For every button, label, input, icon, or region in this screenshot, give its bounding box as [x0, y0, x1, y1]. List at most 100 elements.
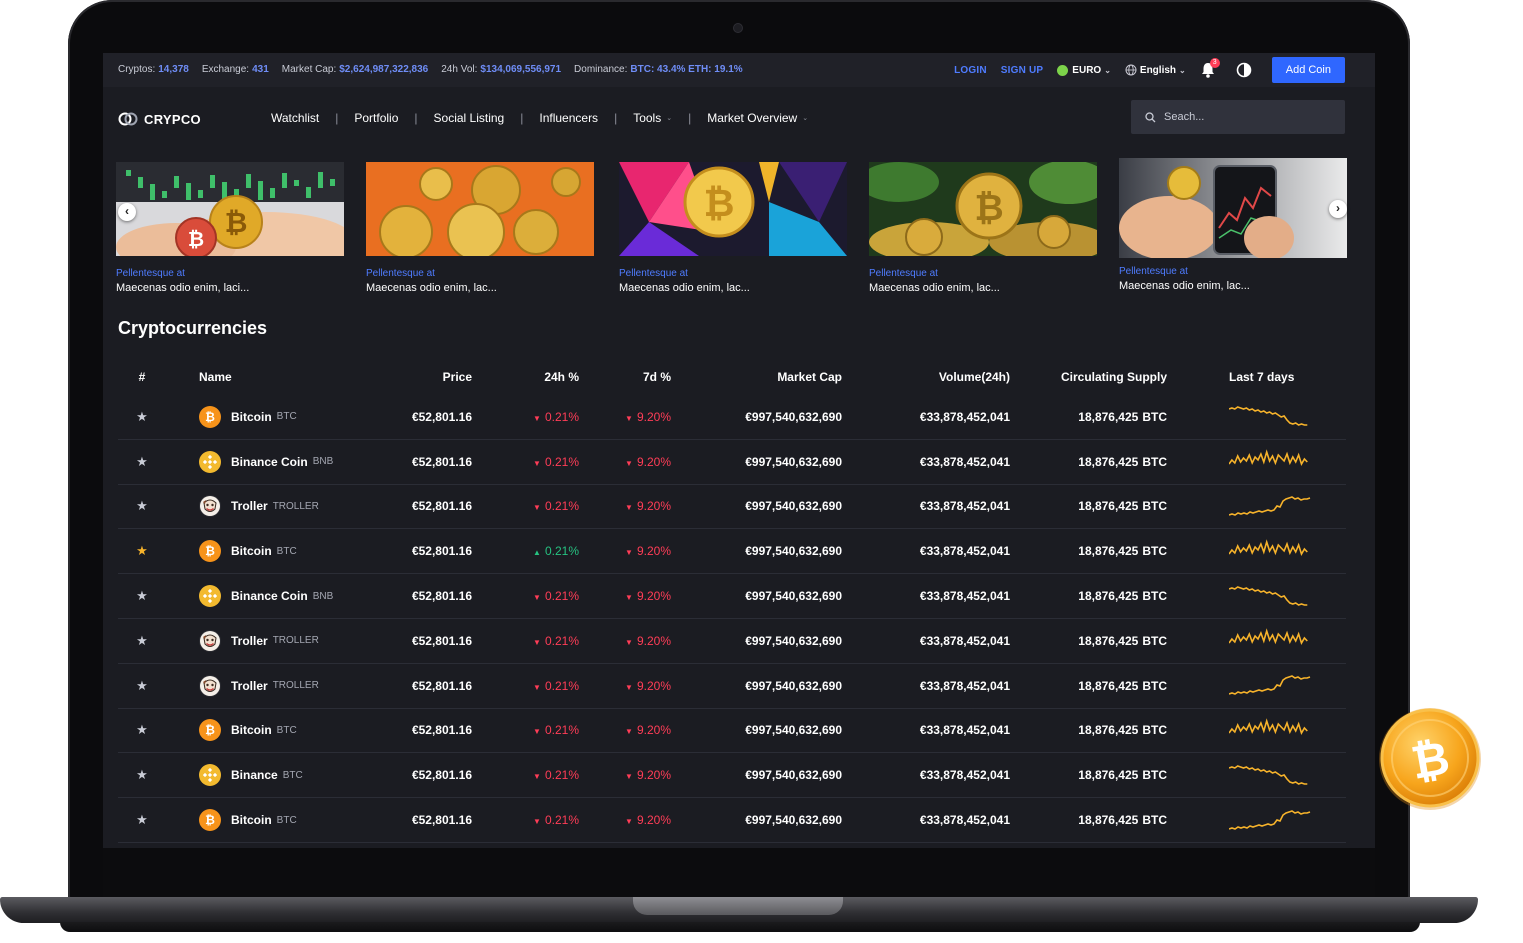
- notifications-button[interactable]: 3: [1200, 58, 1220, 79]
- supply-value: 18,876,425: [1078, 678, 1139, 693]
- market-stats: Cryptos: 14,378 Exchange: 431 Market Cap: $2,…: [118, 64, 756, 75]
- price-cell: €52,801.16: [411, 768, 472, 783]
- theme-toggle-icon[interactable]: [1236, 62, 1252, 78]
- news-card[interactable]: ₿ ₿ Pellentesque at Maecenas odio enim, lac…: [116, 162, 344, 294]
- table-row[interactable]: ★ ₿ Bitcoin BTC €52,801.16 ▼ 0.21% ▼ 9.20% €997,5…: [118, 395, 1346, 440]
- news-card-tag[interactable]: Pellentesque at: [619, 268, 847, 279]
- coin-name[interactable]: Troller: [231, 634, 268, 648]
- star-icon[interactable]: ★: [136, 588, 148, 603]
- header-market-cap[interactable]: Market Cap: [671, 370, 842, 384]
- carousel-next-arrow-icon[interactable]: ›: [1329, 200, 1347, 218]
- coin-name[interactable]: Bitcoin: [231, 723, 272, 737]
- news-card-title[interactable]: Maecenas odio enim, lac...: [366, 282, 594, 294]
- coin-name[interactable]: Troller: [231, 679, 268, 693]
- news-card[interactable]: ₿ Pellentesque at Maecenas odio enim, lac.…: [619, 162, 847, 294]
- coin-name[interactable]: Troller: [231, 499, 268, 513]
- header-7d[interactable]: 7d %: [579, 370, 671, 384]
- supply-cell: 18,876,425 BTC: [1010, 679, 1167, 693]
- star-icon[interactable]: ★: [136, 543, 148, 558]
- coin-name[interactable]: Bitcoin: [231, 410, 272, 424]
- table-row[interactable]: ★ Binance Coin BNB €52,801.16 ▼ 0.21% ▼ 9.20% €9…: [118, 440, 1346, 485]
- search-input[interactable]: [1164, 111, 1334, 123]
- news-card-tag[interactable]: Pellentesque at: [366, 268, 594, 279]
- table-row[interactable]: ★ ₿ Bitcoin BTC €52,801.16 ▼ 0.21% ▼ 9.20% €997,5…: [118, 798, 1346, 843]
- news-card[interactable]: ₿ Pellentesque at Maecenas odio enim, lac.…: [869, 162, 1097, 294]
- news-card-title[interactable]: Maecenas odio enim, lac...: [619, 282, 847, 294]
- market-cap-cell: €997,540,632,690: [745, 633, 842, 648]
- sparkline-cell: [1167, 491, 1333, 522]
- currency-select[interactable]: EURO ⌄: [1057, 64, 1111, 76]
- row-favorite: ★: [118, 722, 166, 738]
- sparkline-chart: [1229, 675, 1311, 696]
- news-card-title[interactable]: Maecenas odio enim, lac...: [869, 282, 1097, 294]
- header-24h[interactable]: 24h %: [472, 370, 579, 384]
- bitcoin-coin-icon: ₿: [1379, 708, 1481, 810]
- nav-item-label: Watchlist: [271, 111, 320, 125]
- table-row[interactable]: ★ ₿ Bitcoin BTC €52,801.16 ▼ 0.21% ▼ 9.20% €997,5…: [118, 709, 1346, 754]
- star-icon[interactable]: ★: [136, 633, 148, 648]
- header-volume[interactable]: Volume(24h): [842, 370, 1010, 384]
- signup-link[interactable]: SIGN UP: [1001, 65, 1044, 76]
- currency-icon: [1057, 64, 1069, 76]
- brand-logo[interactable]: CRYPCO: [118, 111, 201, 127]
- table-header: # Name Price 24h % 7d % Market Cap Volum…: [118, 359, 1346, 395]
- star-icon[interactable]: ★: [136, 498, 148, 513]
- coin-name[interactable]: Bitcoin: [231, 813, 272, 827]
- carousel-prev-arrow-icon[interactable]: ‹: [118, 203, 136, 221]
- add-coin-button[interactable]: Add Coin: [1271, 57, 1345, 83]
- volume-cell: €33,878,452,041: [919, 678, 1010, 693]
- header-price[interactable]: Price: [336, 370, 472, 384]
- supply-symbol: BTC: [1142, 678, 1167, 693]
- coin-name[interactable]: Binance Coin: [231, 455, 308, 469]
- star-icon[interactable]: ★: [136, 722, 148, 737]
- sparkline-chart: [1229, 764, 1308, 785]
- star-icon[interactable]: ★: [136, 678, 148, 693]
- price-cell: €52,801.16: [411, 633, 472, 648]
- news-card[interactable]: Pellentesque at Maecenas odio enim, lac..…: [366, 162, 594, 294]
- supply-symbol: BTC: [1142, 454, 1167, 469]
- table-row[interactable]: ★ Troller TROLLER €52,801.16 ▼ 0.21% ▼ 9.20% €99…: [118, 664, 1346, 709]
- header-supply[interactable]: Circulating Supply: [1010, 370, 1167, 384]
- news-card-tag[interactable]: Pellentesque at: [116, 268, 344, 279]
- binance-coin-icon: [199, 764, 221, 787]
- troller-coin-icon: [199, 674, 221, 697]
- sparkline-chart: [1229, 406, 1308, 427]
- header-name[interactable]: Name: [166, 370, 336, 384]
- star-icon[interactable]: ★: [136, 409, 148, 424]
- news-thumbnail-image: ₿: [869, 162, 1097, 256]
- nav-item-market-overview[interactable]: Market Overview ⌄: [707, 111, 808, 125]
- star-icon[interactable]: ★: [136, 454, 148, 469]
- coin-name[interactable]: Binance Coin: [231, 589, 308, 603]
- nav-item-watchlist[interactable]: Watchlist: [271, 111, 319, 125]
- coin-symbol: TROLLER: [272, 500, 319, 512]
- app-screen: Cryptos: 14,378 Exchange: 431 Market Cap: $2,…: [103, 53, 1375, 848]
- table-row[interactable]: ★ Troller TROLLER €52,801.16 ▼ 0.21% ▼ 9.20% €99…: [118, 485, 1346, 530]
- nav-item-tools[interactable]: Tools ⌄: [633, 111, 672, 125]
- table-row[interactable]: ★ Binance BTC €52,801.16 ▼ 0.21% ▼ 9.20% €997,54…: [118, 753, 1346, 799]
- news-card-tag[interactable]: Pellentesque at: [869, 268, 1097, 279]
- coin-name[interactable]: Bitcoin: [231, 544, 272, 558]
- coin-name[interactable]: Binance: [231, 768, 278, 782]
- news-card[interactable]: Pellentesque at Maecenas odio enim, lac..…: [1119, 158, 1347, 292]
- language-select[interactable]: English ⌄: [1125, 64, 1186, 76]
- nav-item-influencers[interactable]: Influencers: [539, 111, 598, 125]
- table-row[interactable]: ★ Binance Coin BNB €52,801.16 ▼ 0.21% ▼ 9.20% €9…: [118, 574, 1346, 619]
- star-icon[interactable]: ★: [136, 767, 148, 782]
- nav-item-portfolio[interactable]: Portfolio: [354, 111, 398, 125]
- change-value: 9.20%: [636, 813, 671, 828]
- table-row[interactable]: ★ ₿ Bitcoin BTC €52,801.16 ▲ 0.21% ▼ 9.20% €997,5…: [118, 529, 1346, 575]
- nav-item-social-listing[interactable]: Social Listing: [434, 111, 505, 125]
- change-24h-cell: ▼ 0.21%: [472, 499, 579, 513]
- news-card-title[interactable]: Maecenas odio enim, laci...: [116, 282, 344, 294]
- stat-label: Dominance:: [574, 64, 628, 75]
- table-row[interactable]: ★ Troller TROLLER €52,801.16 ▼ 0.21% ▼ 9.20% €99…: [118, 619, 1346, 664]
- star-icon[interactable]: ★: [136, 812, 148, 827]
- laptop-bezel: [103, 848, 1375, 898]
- supply-value: 18,876,425: [1078, 544, 1139, 559]
- bitcoin-icon: ₿: [199, 405, 221, 428]
- login-link[interactable]: LOGIN: [954, 65, 987, 76]
- search-box[interactable]: [1131, 100, 1345, 134]
- news-card-tag[interactable]: Pellentesque at: [1119, 266, 1347, 277]
- supply-value: 18,876,425: [1078, 723, 1139, 738]
- news-card-title[interactable]: Maecenas odio enim, lac...: [1119, 280, 1347, 292]
